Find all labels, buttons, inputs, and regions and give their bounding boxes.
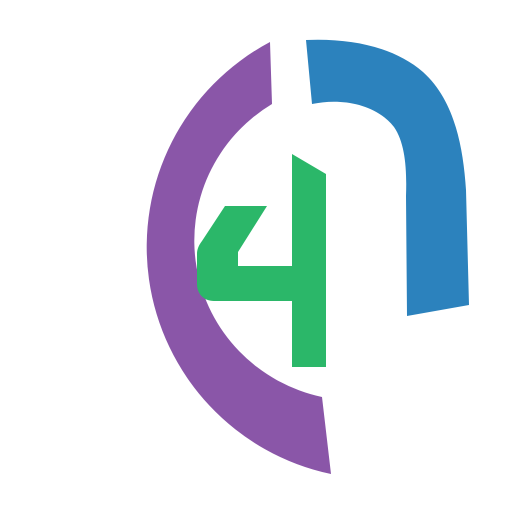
logo-mark (0, 0, 512, 512)
